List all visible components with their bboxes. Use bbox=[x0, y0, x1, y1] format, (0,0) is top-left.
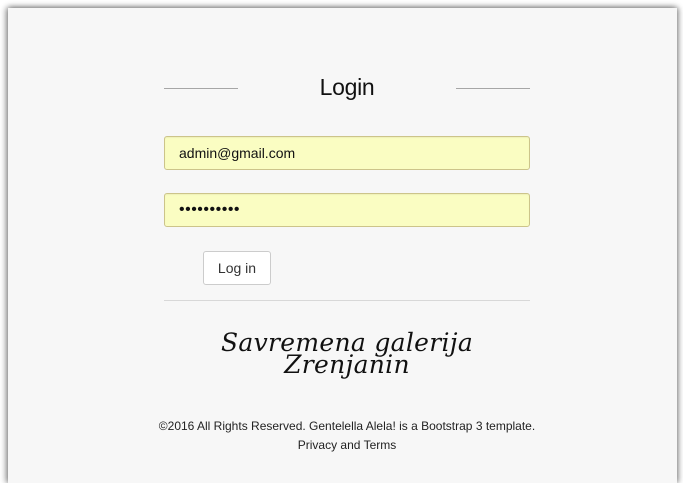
form-separator bbox=[164, 300, 530, 301]
login-page: Login •••••••••• Log in Savremena galeri… bbox=[8, 8, 677, 483]
email-field[interactable] bbox=[164, 136, 530, 170]
login-form: Login •••••••••• Log in Savremena galeri… bbox=[159, 66, 535, 452]
footer-copyright: ©2016 All Rights Reserved. Gentelella Al… bbox=[158, 419, 536, 433]
login-header: Login bbox=[164, 66, 530, 108]
password-field[interactable]: •••••••••• bbox=[164, 193, 530, 227]
footer: ©2016 All Rights Reserved. Gentelella Al… bbox=[148, 417, 546, 455]
brand-line-2: Zrenjanin bbox=[284, 350, 410, 379]
login-button[interactable]: Log in bbox=[203, 251, 271, 285]
privacy-link[interactable]: Privacy and Terms bbox=[298, 438, 396, 452]
title-divider-right bbox=[456, 88, 530, 89]
brand-logo: Savremena galerija Zrenjanin bbox=[164, 330, 530, 379]
